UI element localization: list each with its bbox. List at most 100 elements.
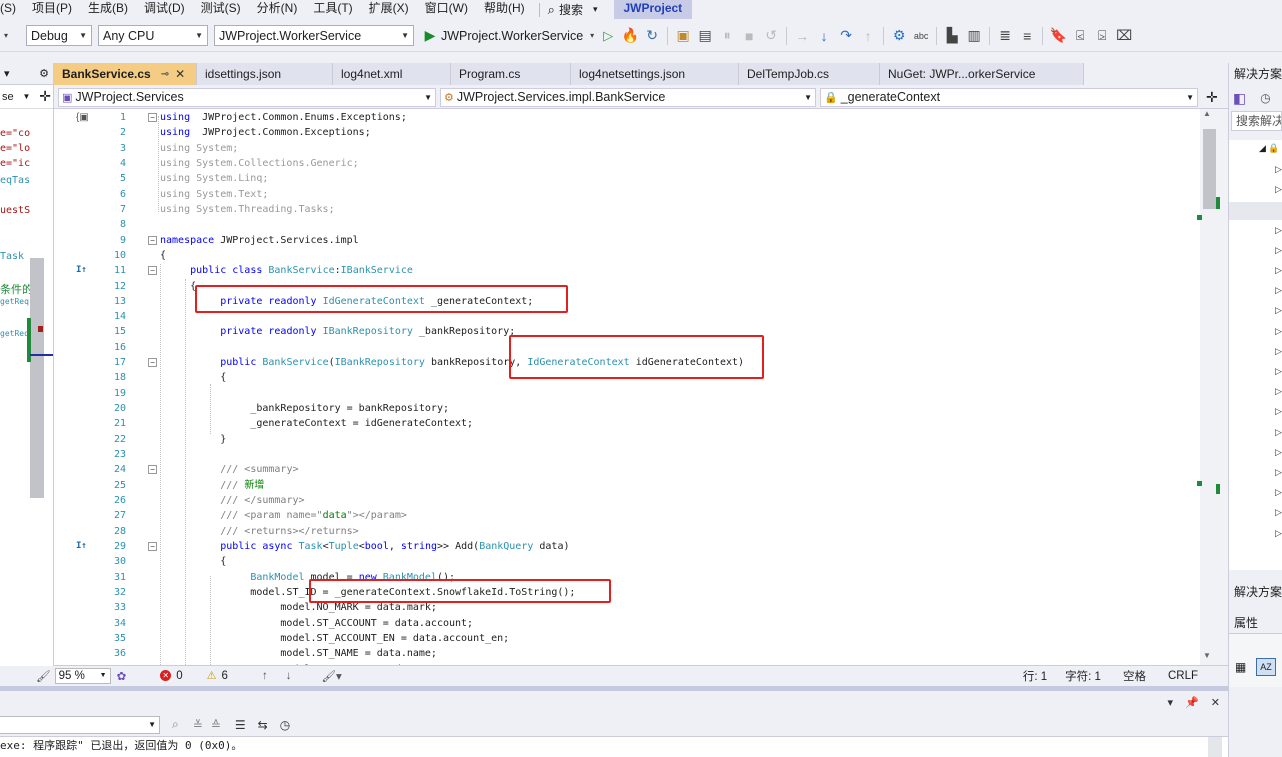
tree-expand-icon[interactable]: ▷: [1275, 366, 1282, 377]
left-dock-scrollbar[interactable]: [30, 258, 44, 498]
collapse-icon[interactable]: −: [148, 541, 157, 551]
error-count[interactable]: ✕ 0: [160, 670, 183, 682]
menu-item-9[interactable]: 帮助(H): [478, 0, 535, 19]
chevron-down-icon[interactable]: ▾: [588, 26, 596, 46]
platform-select[interactable]: Any CPU ▼: [98, 25, 208, 46]
collapse-icon[interactable]: −: [148, 235, 157, 245]
word-wrap-icon[interactable]: ⇆: [258, 718, 268, 732]
split-editor-icon[interactable]: ✛: [1206, 89, 1218, 106]
layout-icon[interactable]: ▤: [695, 26, 715, 46]
step-over-icon[interactable]: →: [792, 26, 812, 46]
tree-expand-icon[interactable]: ▷: [1275, 184, 1282, 195]
tree-expand-icon[interactable]: ▷: [1275, 305, 1282, 316]
timestamp-icon[interactable]: ◷: [280, 718, 290, 732]
vs-icon[interactable]: ◧: [1233, 90, 1246, 107]
refresh-icon[interactable]: ↻: [642, 26, 662, 46]
tree-expand-icon[interactable]: ▷: [1275, 427, 1282, 438]
line-indicator[interactable]: 行: 1: [1023, 668, 1047, 684]
comment-icon[interactable]: ≣: [995, 26, 1015, 46]
zoom-select[interactable]: 95 % ▼: [54, 667, 111, 684]
step-into-icon[interactable]: ↓: [814, 26, 834, 46]
diagnostics-icon[interactable]: ⚙: [889, 26, 909, 46]
chevron-down-icon[interactable]: ▾: [1168, 696, 1174, 709]
tab-0[interactable]: BankService.cs ⊸ ✕: [54, 63, 197, 85]
tree-expand-icon[interactable]: ▷: [1275, 467, 1282, 478]
close-icon[interactable]: ✕: [1211, 696, 1220, 709]
tab-3[interactable]: Program.cs: [451, 63, 571, 85]
intellicode-icon[interactable]: ✿: [117, 669, 127, 683]
tree-expand-icon[interactable]: ▷: [1275, 447, 1282, 458]
tree-expand-icon[interactable]: ▷: [1275, 386, 1282, 397]
tree-expand-icon[interactable]: ▷: [1275, 225, 1282, 236]
menu-item-2[interactable]: 生成(B): [82, 0, 138, 19]
tree-expand-icon[interactable]: ▷: [1275, 164, 1282, 175]
start-without-debug-icon[interactable]: ▷: [598, 26, 618, 46]
history-icon[interactable]: ◷: [1260, 91, 1270, 105]
stop-icon[interactable]: ■: [739, 26, 759, 46]
startup-project-select[interactable]: JWProject.WorkerService ▼: [214, 25, 414, 46]
menu-item-0[interactable]: (S): [0, 0, 26, 19]
collapse-icon[interactable]: −: [148, 266, 157, 276]
scroll-up-arrow[interactable]: ▲: [1203, 109, 1211, 118]
tree-expand-icon[interactable]: ▷: [1275, 245, 1282, 256]
tree-expand-icon[interactable]: ▷: [1275, 406, 1282, 417]
collapse-icon[interactable]: −: [148, 465, 157, 475]
eol-indicator[interactable]: CRLF: [1168, 670, 1198, 682]
next-issue-arrow-icon[interactable]: ↓: [286, 670, 292, 682]
quick-actions-icon[interactable]: {▣: [76, 112, 89, 123]
find-message-icon[interactable]: ⌕: [172, 717, 179, 732]
code-editor[interactable]: 1− using JWProject.Common.Enums.Exception…: [54, 109, 1228, 665]
folder-icon[interactable]: ▣: [673, 26, 693, 46]
configuration-select[interactable]: Debug ▼: [26, 25, 92, 46]
toolbar-overflow-arrow[interactable]: ▾: [1, 26, 11, 46]
step-over-alt-icon[interactable]: ↷: [836, 26, 856, 46]
bookmark-clear-icon[interactable]: ⌧: [1114, 26, 1134, 46]
menu-item-1[interactable]: 项目(P): [26, 0, 82, 19]
menu-item-6[interactable]: 工具(T): [307, 0, 362, 19]
gear-icon[interactable]: ⚙: [39, 67, 49, 80]
menu-item-4[interactable]: 测试(S): [195, 0, 251, 19]
tab-5[interactable]: DelTempJob.cs: [739, 63, 880, 85]
tree-expand-icon[interactable]: ▷: [1275, 326, 1282, 337]
search-icon[interactable]: ⌕: [548, 2, 555, 18]
menu-item-3[interactable]: 调试(D): [138, 0, 195, 19]
tree-expand-icon[interactable]: ▷: [1275, 265, 1282, 276]
scrollbar-thumb[interactable]: [1203, 129, 1216, 209]
brush-icon[interactable]: 🖌: [36, 669, 51, 683]
project-nav-select[interactable]: ▣ JWProject.Services ▼: [58, 87, 436, 107]
left-dock-combo[interactable]: se ▼ ✛: [0, 85, 53, 109]
tree-expand-icon[interactable]: ▷: [1275, 285, 1282, 296]
tab-4[interactable]: log4netsettings.json: [571, 63, 739, 85]
type-nav-select[interactable]: ⚙ JWProject.Services.impl.BankService ▼: [440, 87, 816, 107]
solution-search-input[interactable]: 搜索解决: [1231, 111, 1282, 131]
tab-2[interactable]: log4net.xml: [333, 63, 451, 85]
editor-vertical-scrollbar[interactable]: ▲ ▼: [1197, 109, 1228, 665]
char-indicator[interactable]: 字符: 1: [1065, 668, 1101, 684]
alphabetical-icon[interactable]: AZ: [1256, 658, 1276, 676]
split-icon[interactable]: ✛: [39, 88, 51, 105]
member-nav-select[interactable]: 🔒 _generateContext ▼: [820, 87, 1198, 107]
output-scrollbar[interactable]: [1208, 737, 1222, 757]
menu-item-7[interactable]: 扩展(X): [363, 0, 419, 19]
whitespace-indicator[interactable]: 空格: [1123, 668, 1146, 684]
start-debug-icon[interactable]: ▶: [420, 26, 440, 46]
search-menu[interactable]: 搜索: [555, 2, 593, 18]
pause-icon[interactable]: ⏸: [717, 26, 737, 46]
tree-expand-icon[interactable]: ▷: [1275, 507, 1282, 518]
scroll-down-arrow[interactable]: ▼: [1203, 651, 1211, 660]
tab-1[interactable]: idsettings.json: [197, 63, 333, 85]
prev-message-icon[interactable]: ≚: [193, 718, 203, 732]
tree-expand-icon[interactable]: ▷: [1275, 346, 1282, 357]
chevron-down-icon[interactable]: ▾: [4, 67, 10, 80]
align-left-icon[interactable]: ▙: [942, 26, 962, 46]
implementation-icon[interactable]: I↑: [76, 539, 87, 554]
warning-count[interactable]: ⚠ 6: [207, 669, 228, 683]
menu-item-8[interactable]: 窗口(W): [419, 0, 478, 19]
clear-all-icon[interactable]: ☰: [235, 718, 246, 732]
run-target-label[interactable]: JWProject.WorkerService: [441, 29, 583, 43]
collapse-icon[interactable]: −: [148, 113, 157, 122]
collapse-icon[interactable]: −: [148, 358, 157, 368]
prev-issue-arrow-icon[interactable]: ↑: [262, 670, 268, 682]
tree-expand-icon[interactable]: ▷: [1275, 487, 1282, 498]
bookmark-icon[interactable]: 🔖: [1048, 26, 1068, 46]
